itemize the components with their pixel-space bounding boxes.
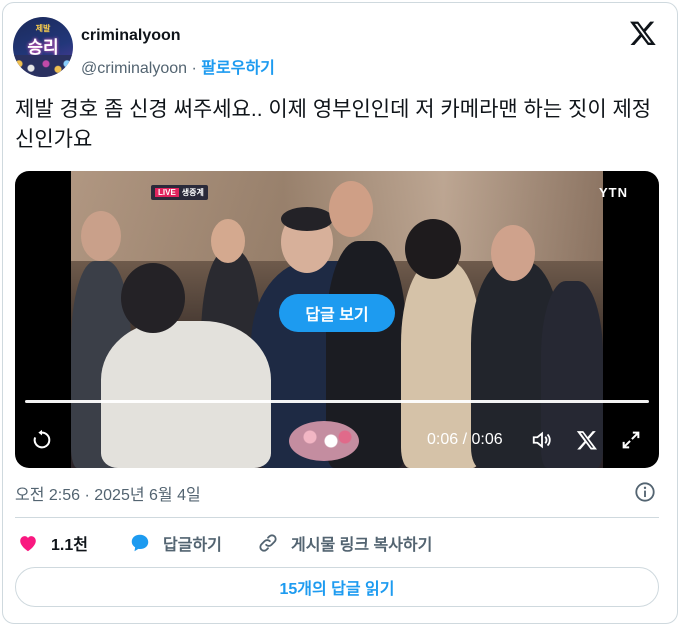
- tweet-card: 제발 승리 criminalyoon @criminalyoon · 팔로우하기…: [2, 2, 678, 624]
- channel-logo: YTN: [599, 185, 628, 200]
- person-hair: [281, 207, 333, 231]
- avatar[interactable]: 제발 승리: [13, 17, 73, 77]
- like-count: 1.1천: [51, 537, 88, 554]
- person-head: [211, 219, 245, 263]
- tweet-timestamp[interactable]: 오전 2:56 · 2025년 6월 4일: [15, 481, 201, 505]
- tweet-text: 제발 경호 좀 신경 써주세요.. 이제 영부인인데 저 카메라맨 하는 짓이 …: [15, 98, 652, 151]
- person-figure: [101, 321, 271, 468]
- divider: [15, 517, 659, 518]
- broadcast-label: 생중계: [181, 188, 204, 197]
- x-logo-small-icon[interactable]: [576, 429, 598, 451]
- display-name[interactable]: criminalyoon: [81, 27, 181, 45]
- reply-bubble-icon: [131, 534, 149, 552]
- person-head: [121, 263, 185, 333]
- follow-button[interactable]: 팔로우하기: [201, 60, 275, 77]
- heart-icon: [20, 536, 36, 552]
- fullscreen-icon[interactable]: [620, 429, 642, 451]
- person-head: [405, 219, 461, 279]
- reply-label: 답글하기: [163, 537, 222, 554]
- person-head: [81, 211, 121, 261]
- flower-basket: [289, 421, 359, 461]
- handle-row: @criminalyoon · 팔로우하기: [81, 54, 275, 78]
- x-logo-icon[interactable]: [629, 19, 657, 47]
- replay-icon[interactable]: [31, 429, 53, 451]
- handle-separator: ·: [191, 60, 197, 77]
- view-replies-button[interactable]: 답글 보기: [279, 294, 395, 332]
- live-badge: LIVE 생중계: [151, 185, 208, 200]
- video-player[interactable]: LIVE 생중계 YTN 답글 보기 0:06 / 0:06: [15, 171, 659, 468]
- copy-link-label: 게시물 링크 복사하기: [291, 537, 433, 554]
- info-icon[interactable]: [634, 481, 656, 503]
- volume-icon[interactable]: [531, 429, 553, 451]
- person-head: [329, 181, 373, 237]
- read-replies-button[interactable]: 15개의 답글 읽기: [15, 567, 659, 607]
- avatar-crowd-graphic: [13, 55, 73, 77]
- like-button[interactable]: 1.1천: [17, 531, 88, 555]
- reply-button[interactable]: 답글하기: [129, 531, 222, 555]
- video-time: 0:06 / 0:06: [427, 431, 503, 448]
- handle[interactable]: @criminalyoon: [81, 60, 187, 77]
- copy-link-button[interactable]: 게시물 링크 복사하기: [257, 531, 432, 555]
- live-label: LIVE: [155, 188, 179, 197]
- video-progress-bar[interactable]: [25, 400, 649, 403]
- person-head: [491, 225, 535, 281]
- link-icon: [259, 534, 277, 552]
